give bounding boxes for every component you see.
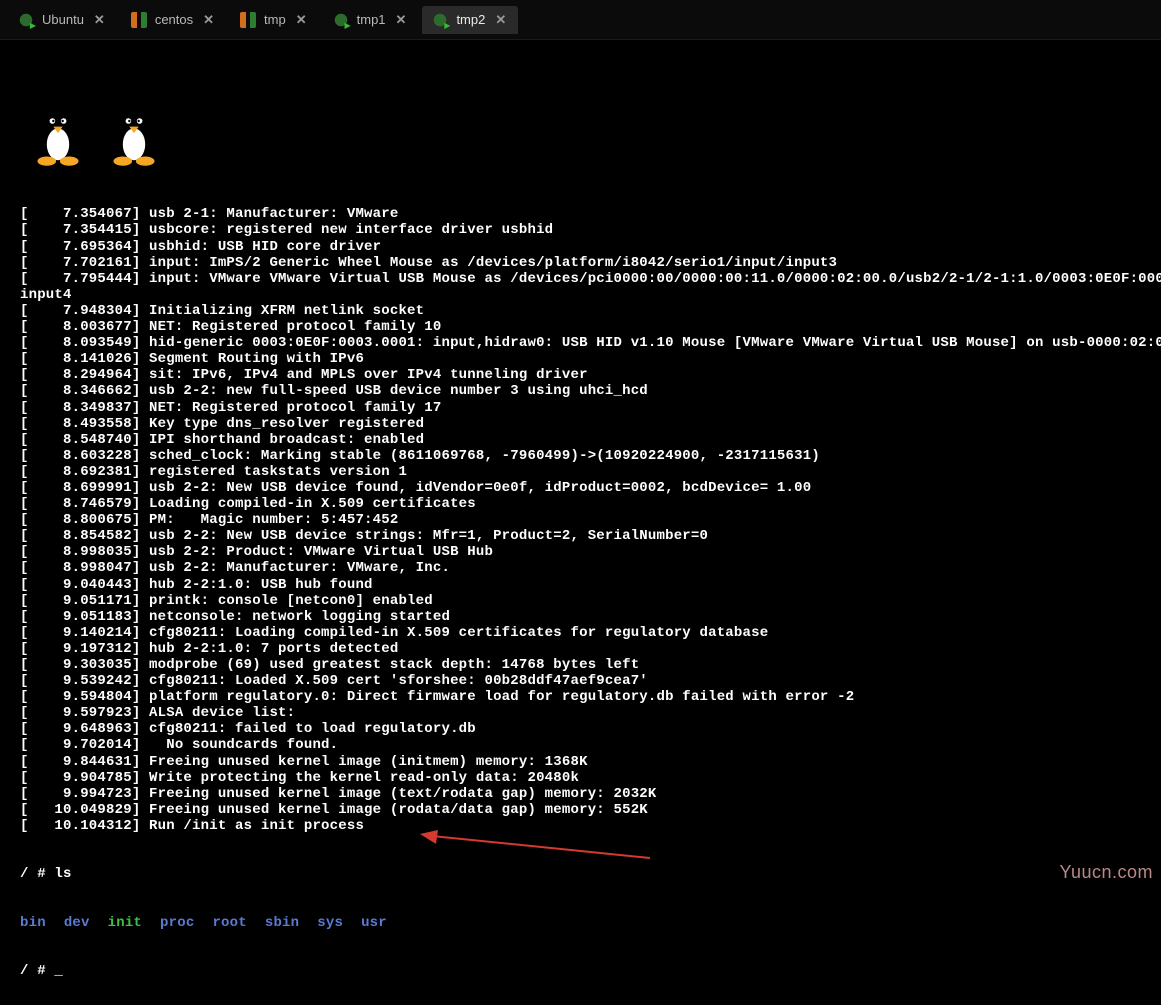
tab-centos[interactable]: centos ✕	[121, 6, 226, 34]
tux-icon	[30, 102, 86, 168]
tab-label: tmp1	[357, 12, 386, 27]
terminal-icon	[432, 12, 448, 28]
close-icon[interactable]: ✕	[201, 12, 216, 28]
watermark: Yuucn.com	[1059, 862, 1153, 883]
close-icon[interactable]: ✕	[394, 12, 409, 28]
terminal-output[interactable]: [ 7.354067] usb 2-1: Manufacturer: VMwar…	[0, 40, 1161, 1005]
close-icon[interactable]: ✕	[294, 12, 309, 28]
ls-entry: proc	[160, 915, 194, 931]
terminal-icon	[131, 12, 147, 28]
tab-label: centos	[155, 12, 193, 27]
ls-entry: usr	[361, 915, 387, 931]
terminal-icon	[333, 12, 349, 28]
kernel-boot-log: [ 7.354067] usb 2-1: Manufacturer: VMwar…	[20, 206, 1141, 834]
close-icon[interactable]: ✕	[493, 12, 508, 28]
tab-tmp[interactable]: tmp ✕	[230, 6, 319, 34]
ls-entry: init	[108, 915, 142, 931]
tab-label: tmp	[264, 12, 286, 27]
ls-entry: bin	[20, 915, 46, 931]
ls-output: bin dev init proc root sbin sys usr	[20, 915, 1141, 931]
tab-bar: Ubuntu ✕ centos ✕ tmp ✕ tmp1 ✕ tmp2 ✕	[0, 0, 1161, 40]
cursor: _	[54, 963, 63, 979]
prompt-line-1: / # ls	[20, 866, 1141, 882]
tab-tmp1[interactable]: tmp1 ✕	[323, 6, 419, 34]
tab-ubuntu[interactable]: Ubuntu ✕	[8, 6, 117, 34]
prompt-line-2: / # _	[20, 963, 1141, 979]
tab-label: tmp2	[456, 12, 485, 27]
ls-entry: sys	[317, 915, 343, 931]
tab-tmp2[interactable]: tmp2 ✕	[422, 6, 518, 34]
close-icon[interactable]: ✕	[92, 12, 107, 28]
ls-entry: dev	[64, 915, 90, 931]
ls-entry: sbin	[265, 915, 299, 931]
terminal-icon	[18, 12, 34, 28]
terminal-icon	[240, 12, 256, 28]
ls-entry: root	[212, 915, 246, 931]
command-ls: ls	[54, 866, 71, 882]
tux-logos	[30, 102, 1141, 168]
tux-icon	[106, 102, 162, 168]
tab-label: Ubuntu	[42, 12, 84, 27]
